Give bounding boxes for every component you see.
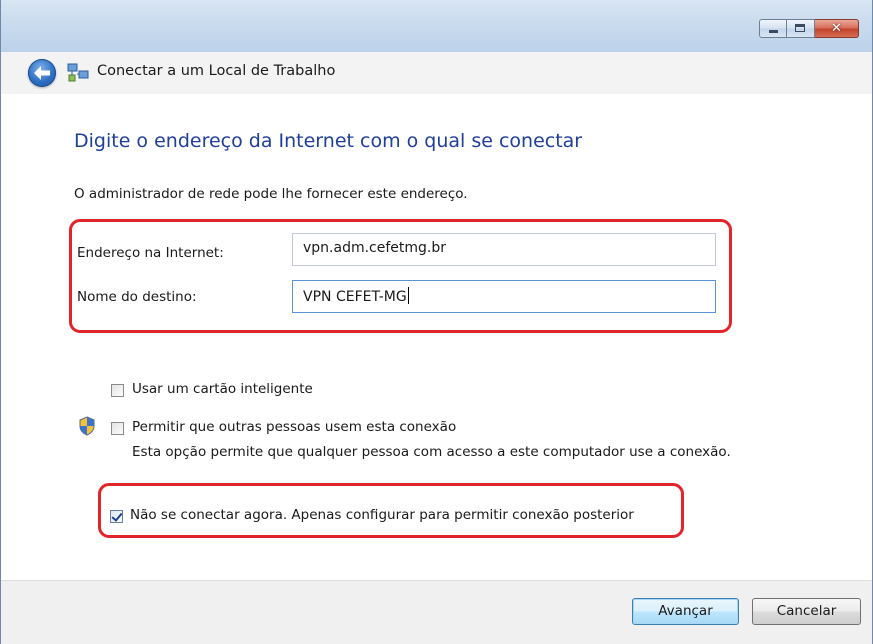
address-input[interactable]: vpn.adm.cefetmg.br: [292, 233, 716, 266]
destination-name-value: VPN CEFET-MG: [303, 289, 407, 305]
maximize-icon: [795, 24, 805, 32]
dialog-window: ✕ Conectar a um Local de Trabalho Digite…: [0, 0, 873, 644]
window-frame: ✕: [1, 0, 872, 53]
back-button[interactable]: [28, 59, 56, 87]
address-label: Endereço na Internet:: [77, 245, 224, 261]
cancel-button[interactable]: Cancelar: [752, 598, 861, 625]
address-value: vpn.adm.cefetmg.br: [303, 240, 447, 256]
allow-others-description: Esta opção permite que qualquer pessoa c…: [132, 444, 731, 460]
dont-connect-label[interactable]: Não se conectar agora. Apenas configurar…: [130, 507, 634, 523]
wizard-content: Digite o endereço da Internet com o qual…: [1, 94, 872, 580]
smart-card-checkbox[interactable]: [111, 384, 124, 397]
dont-connect-checkbox[interactable]: [110, 510, 123, 523]
back-arrow-icon: [34, 66, 50, 80]
caption-buttons: ✕: [759, 19, 859, 39]
minimize-button[interactable]: [759, 19, 787, 38]
wizard-footer: Avançar Cancelar: [1, 580, 872, 644]
minimize-icon: [769, 30, 778, 33]
destination-name-label: Nome do destino:: [77, 289, 197, 305]
destination-name-input[interactable]: VPN CEFET-MG: [292, 280, 716, 313]
next-button[interactable]: Avançar: [632, 598, 739, 625]
allow-others-label[interactable]: Permitir que outras pessoas usem esta co…: [132, 419, 456, 435]
page-title: Digite o endereço da Internet com o qual…: [74, 130, 583, 152]
close-button[interactable]: ✕: [815, 19, 859, 38]
maximize-button[interactable]: [787, 19, 815, 38]
wizard-header: Conectar a um Local de Trabalho: [1, 52, 872, 94]
hint-text: O administrador de rede pode lhe fornece…: [74, 186, 468, 202]
smart-card-label[interactable]: Usar um cartão inteligente: [132, 381, 313, 397]
text-caret: [407, 287, 409, 304]
close-icon: ✕: [831, 21, 842, 36]
window-title: Conectar a um Local de Trabalho: [97, 63, 336, 79]
network-connection-icon: [67, 63, 89, 82]
allow-others-checkbox[interactable]: [111, 422, 124, 435]
uac-shield-icon: [79, 416, 95, 436]
